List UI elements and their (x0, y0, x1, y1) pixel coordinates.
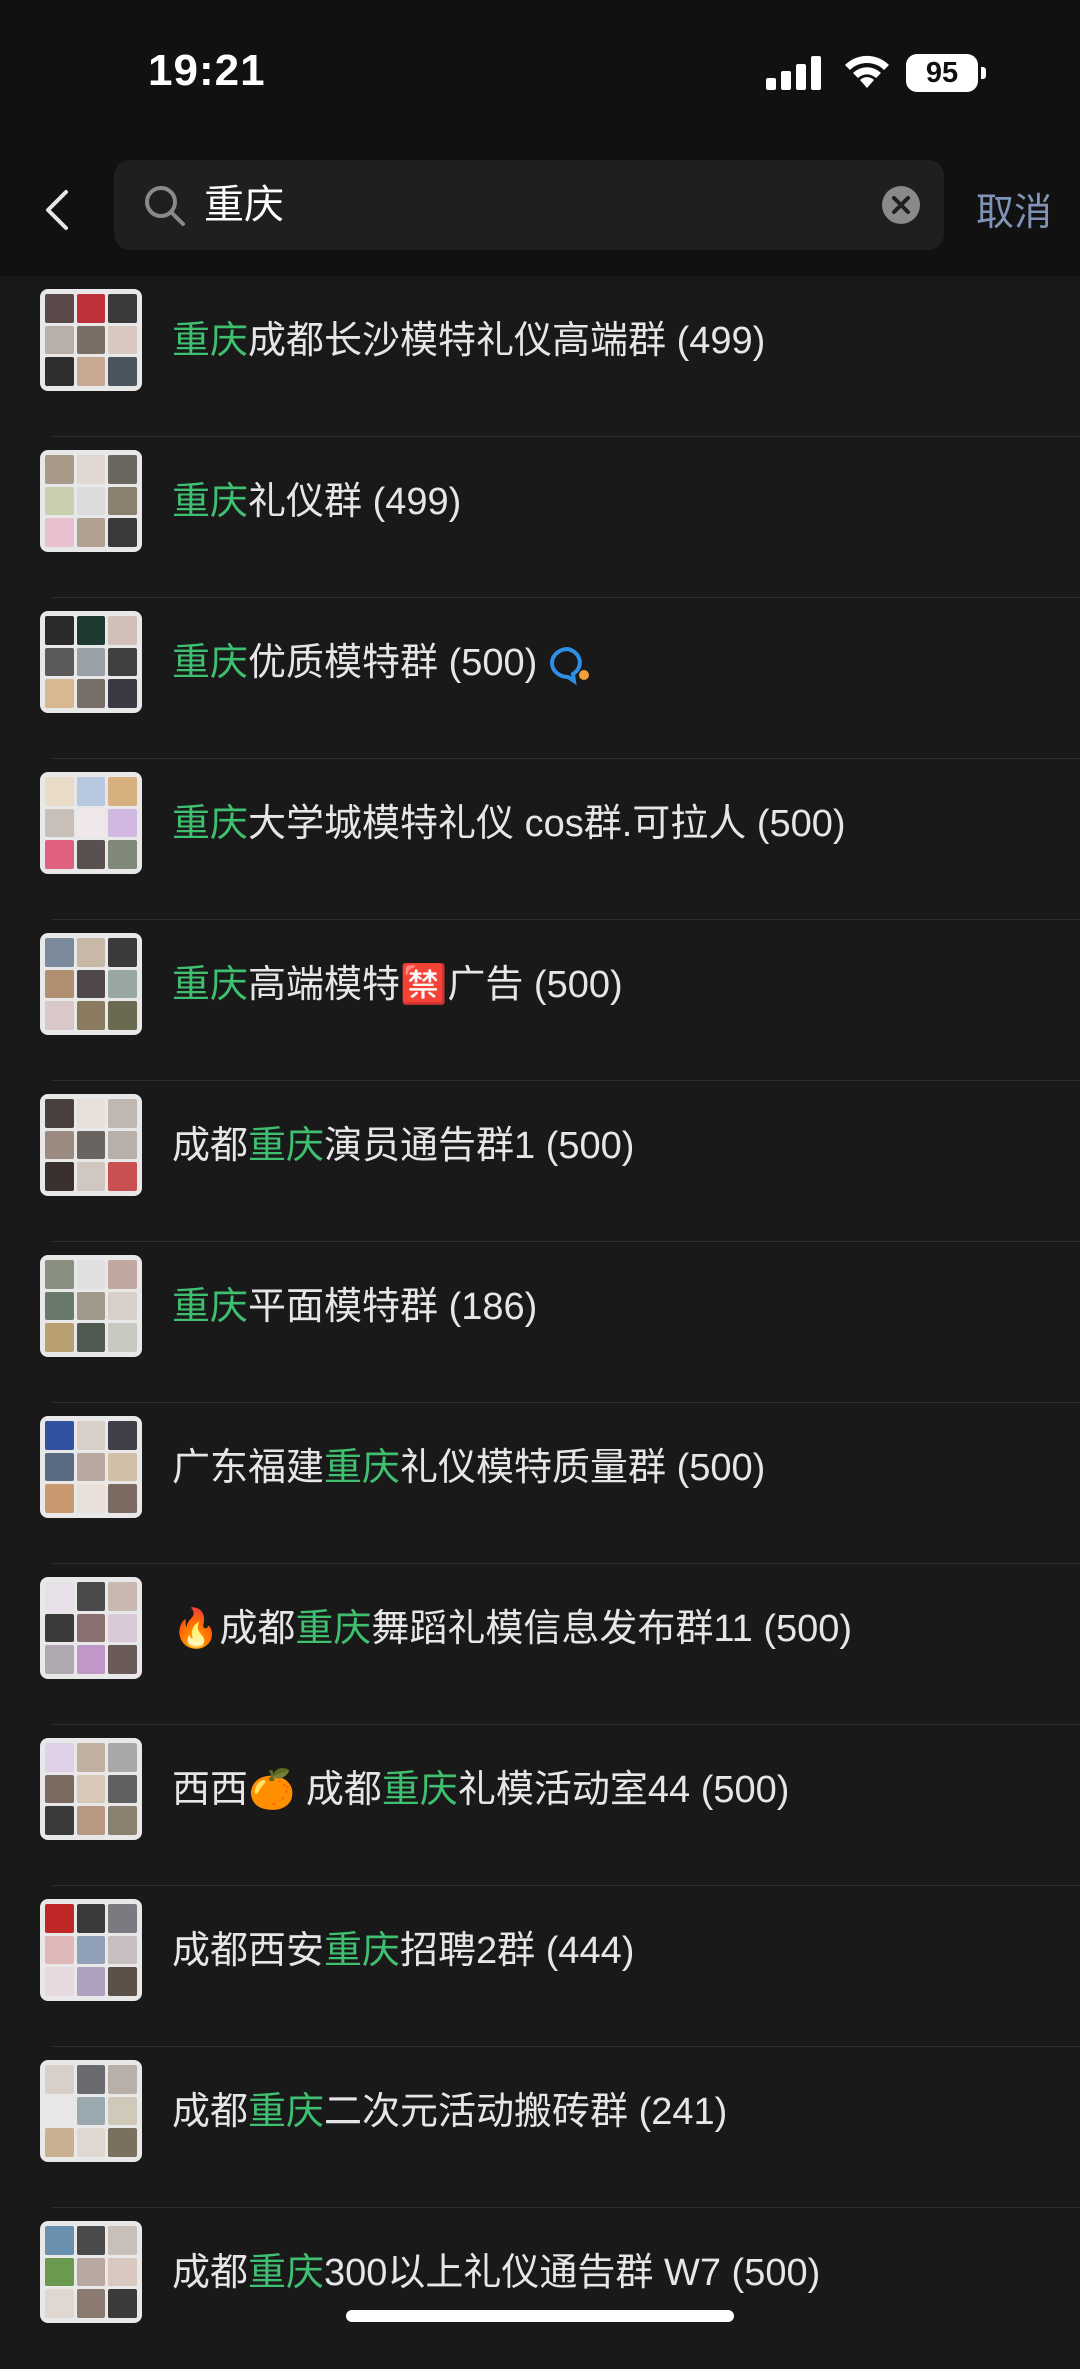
group-avatar (40, 1738, 142, 1840)
group-name: 重庆高端模特🈲广告 (500) (172, 964, 623, 1006)
group-name: 重庆礼仪群 (499) (172, 481, 462, 523)
search-box[interactable]: 重庆 (114, 160, 944, 250)
group-result-item[interactable]: 重庆优质模特群 (500) (0, 598, 1080, 759)
search-icon (145, 186, 185, 226)
group-result-item[interactable]: 西西🍊 成都重庆礼模活动室44 (500) (0, 1725, 1080, 1886)
group-result-item[interactable]: 成都重庆300以上礼仪通告群 W7 (500) (0, 2208, 1080, 2369)
group-chat-icon (549, 646, 589, 685)
signal-icon (766, 56, 821, 90)
group-result-item[interactable]: 成都重庆二次元活动搬砖群 (241) (0, 2047, 1080, 2208)
group-avatar (40, 1577, 142, 1679)
group-name: 西西🍊 成都重庆礼模活动室44 (500) (172, 1769, 790, 1811)
prohibited-emoji: 🈲 (400, 964, 448, 1006)
group-avatar (40, 450, 142, 552)
group-result-item[interactable]: 成都西安重庆招聘2群 (444) (0, 1886, 1080, 2047)
group-avatar (40, 933, 142, 1035)
group-avatar (40, 1899, 142, 2001)
group-avatar (40, 2221, 142, 2323)
home-indicator[interactable] (346, 2310, 734, 2322)
search-header: 重庆 取消 (0, 150, 1080, 276)
group-avatar (40, 289, 142, 391)
group-avatar (40, 1255, 142, 1357)
orange-icon: 🍊 (248, 1769, 296, 1811)
wifi-icon (845, 55, 889, 88)
back-icon[interactable] (36, 180, 80, 240)
fire-icon: 🔥 (172, 1608, 220, 1650)
group-avatar (40, 1094, 142, 1196)
cancel-button[interactable]: 取消 (976, 188, 1052, 238)
group-result-item[interactable]: 重庆高端模特🈲广告 (500) (0, 920, 1080, 1081)
group-name: 🔥成都重庆舞蹈礼模信息发布群11 (500) (172, 1608, 853, 1650)
group-avatar (40, 772, 142, 874)
group-result-item[interactable]: 重庆礼仪群 (499) (0, 437, 1080, 598)
search-input[interactable]: 重庆 (204, 180, 284, 230)
group-name: 重庆成都长沙模特礼仪高端群 (499) (172, 320, 766, 362)
group-name: 成都重庆二次元活动搬砖群 (241) (172, 2091, 728, 2133)
group-avatar (40, 611, 142, 713)
status-bar: 19:21 95 (0, 0, 1080, 150)
group-result-item[interactable]: 重庆平面模特群 (186) (0, 1242, 1080, 1403)
group-name: 成都西安重庆招聘2群 (444) (172, 1930, 635, 1972)
group-name: 重庆大学城模特礼仪 cos群.可拉人 (500) (172, 803, 846, 845)
group-avatar (40, 2060, 142, 2162)
group-name: 广东福建重庆礼仪模特质量群 (500) (172, 1447, 766, 1489)
group-result-item[interactable]: 成都重庆演员通告群1 (500) (0, 1081, 1080, 1242)
status-time: 19:21 (148, 46, 266, 95)
group-result-item[interactable]: 重庆大学城模特礼仪 cos群.可拉人 (500) (0, 759, 1080, 920)
group-result-item[interactable]: 重庆成都长沙模特礼仪高端群 (499) (0, 276, 1080, 437)
group-result-item[interactable]: 🔥成都重庆舞蹈礼模信息发布群11 (500) (0, 1564, 1080, 1725)
battery-level: 95 (906, 54, 978, 92)
search-results-list: 重庆成都长沙模特礼仪高端群 (499) 重庆礼仪群 (499) 重庆优质模特群 … (0, 276, 1080, 2369)
group-name: 成都重庆300以上礼仪通告群 W7 (500) (172, 2252, 821, 2294)
clear-icon[interactable] (880, 184, 922, 226)
group-avatar (40, 1416, 142, 1518)
group-name: 重庆优质模特群 (500) (172, 638, 594, 688)
group-result-item[interactable]: 广东福建重庆礼仪模特质量群 (500) (0, 1403, 1080, 1564)
battery-tip (981, 67, 986, 79)
battery-indicator: 95 (906, 54, 986, 92)
group-name: 重庆平面模特群 (186) (172, 1286, 538, 1328)
group-name: 成都重庆演员通告群1 (500) (172, 1125, 635, 1167)
